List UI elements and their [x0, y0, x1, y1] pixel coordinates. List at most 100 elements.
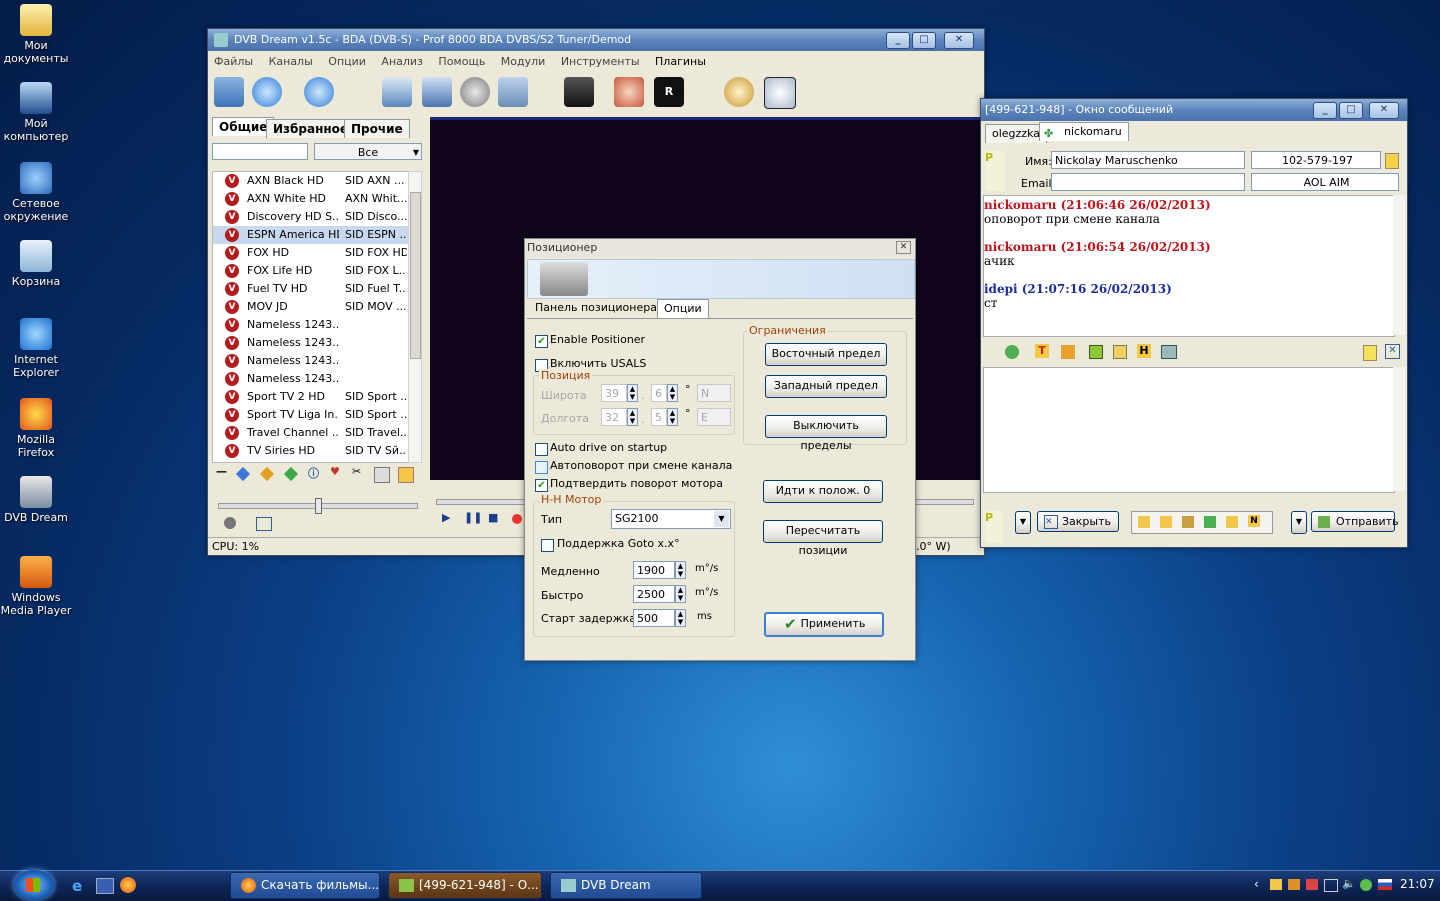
positioner-title-bar[interactable]: Позиционер ✕: [525, 239, 915, 257]
clapper-icon[interactable]: [564, 77, 594, 107]
channel-row[interactable]: V ESPN America HD SID ESPN ...: [213, 226, 409, 244]
channel-filter-select[interactable]: Все ▼: [314, 143, 422, 160]
longitude-minutes-spinner[interactable]: ▲ ▼: [667, 408, 678, 426]
goto-support-checkbox[interactable]: [541, 539, 554, 552]
smiley-icon[interactable]: [1005, 345, 1019, 359]
new-note-icon[interactable]: [1363, 345, 1377, 361]
channel-row[interactable]: V Sport TV Liga In... SID Sport ...: [213, 406, 409, 424]
maximize-button[interactable]: □: [912, 32, 936, 49]
latitude-minutes-spinner[interactable]: ▲ ▼: [667, 384, 678, 402]
taskbar-item-chat[interactable]: [499-621-948] - О...: [388, 872, 542, 899]
globe-icon[interactable]: [498, 77, 528, 107]
fast-speed-field[interactable]: 2500: [633, 585, 675, 603]
stop-record-icon[interactable]: [614, 77, 644, 107]
latitude-degrees-spinner[interactable]: ▲ ▼: [627, 384, 638, 402]
tray-pen-icon[interactable]: [1306, 879, 1318, 890]
longitude-degrees-field[interactable]: 32: [601, 408, 627, 426]
taskbar-item-firefox[interactable]: Скачать фильмы...: [230, 872, 380, 899]
longitude-degrees-spinner[interactable]: ▲ ▼: [627, 408, 638, 426]
chat-tab-nickomaru[interactable]: ✤ nickomaru: [1039, 122, 1129, 141]
desktop-icon-0[interactable]: Мои документы: [0, 4, 72, 65]
autorotate-checkbox[interactable]: [535, 461, 548, 474]
chat-title-bar[interactable]: [499-621-948] - Окно сообщений _ □ ✕: [981, 99, 1407, 121]
menu-help[interactable]: Помощь: [438, 55, 485, 68]
desktop-icon-2[interactable]: Сетевое окружение: [0, 162, 72, 223]
diamond-blue-icon[interactable]: [235, 466, 251, 482]
auto-drive-checkbox[interactable]: [535, 443, 548, 456]
forward-icon[interactable]: [304, 77, 334, 107]
tray-folder-icon[interactable]: [1270, 879, 1282, 890]
desktop-icon-4[interactable]: Internet Explorer: [0, 318, 72, 379]
action-icon-5[interactable]: [1226, 516, 1238, 528]
motor-type-select[interactable]: SG2100 ▼: [611, 509, 731, 529]
channel-row[interactable]: V Nameless 1243...: [213, 352, 409, 370]
channel-row[interactable]: V AXN Black HD SID AXN ...: [213, 172, 409, 190]
chat-tab-olegzzka[interactable]: olegzzka: [985, 124, 1048, 143]
edit-icon[interactable]: [374, 467, 390, 483]
slow-speed-spinner[interactable]: ▲ ▼: [675, 561, 686, 579]
desktop-icon-7[interactable]: Windows Media Player: [0, 556, 72, 617]
desktop-icon-5[interactable]: Mozilla Firefox: [0, 398, 72, 459]
scissors-icon[interactable]: ✂: [352, 465, 361, 478]
monitor-icon[interactable]: [382, 77, 412, 107]
quicklaunch-desktop-icon[interactable]: [96, 878, 114, 894]
action-icon-1[interactable]: [1138, 516, 1150, 528]
menu-modules[interactable]: Модули: [501, 55, 546, 68]
volume-slider[interactable]: [218, 498, 418, 514]
tab-favorites[interactable]: Избранное: [266, 119, 356, 138]
taskbar-item-dvb[interactable]: DVB Dream: [550, 872, 702, 899]
quicklaunch-firefox-icon[interactable]: [120, 877, 136, 893]
diamond-green-icon[interactable]: [283, 466, 299, 482]
email-field[interactable]: [1051, 173, 1245, 191]
channel-row[interactable]: V Nameless 1243...: [213, 334, 409, 352]
scroll-thumb[interactable]: [410, 192, 421, 359]
quicklaunch-ie-icon[interactable]: e: [72, 877, 88, 895]
slow-speed-field[interactable]: 1900: [633, 561, 675, 579]
action-icon-4[interactable]: [1204, 516, 1216, 528]
input-scrollbar[interactable]: [1393, 367, 1405, 491]
menu-options[interactable]: Опции: [328, 55, 366, 68]
tab-other[interactable]: Прочие: [344, 119, 410, 138]
channel-row[interactable]: V TV Siries HD SID TV Sй...: [213, 442, 409, 460]
desktop-icon-3[interactable]: Корзина: [0, 240, 72, 288]
tray-network-icon[interactable]: [1324, 879, 1338, 892]
action-icon-6[interactable]: N: [1248, 515, 1260, 527]
back-icon[interactable]: [252, 77, 282, 107]
timer-icon[interactable]: [724, 77, 754, 107]
channel-row[interactable]: V Travel Channel ... SID Travel...: [213, 424, 409, 442]
tray-volume-icon[interactable]: 🔈: [1342, 877, 1356, 890]
apply-button[interactable]: ✔ Применить: [764, 612, 884, 637]
stop-icon[interactable]: ■: [488, 511, 498, 524]
close-button[interactable]: ✕: [944, 32, 974, 49]
recalc-positions-button[interactable]: Пересчитать позиции: [763, 520, 883, 557]
start-delay-field[interactable]: 500: [633, 609, 675, 627]
open-folder-icon[interactable]: [214, 77, 244, 107]
channel-row[interactable]: V Fuel TV HD SID Fuel T...: [213, 280, 409, 298]
screen-icon[interactable]: [422, 77, 452, 107]
menu-channels[interactable]: Каналы: [269, 55, 313, 68]
pause-icon[interactable]: ❚❚: [464, 511, 482, 524]
channel-list-scrollbar[interactable]: [408, 171, 422, 463]
channel-row[interactable]: V AXN White HD AXN Whit...: [213, 190, 409, 208]
save-icon[interactable]: [1089, 345, 1103, 359]
west-limit-button[interactable]: Западный предел: [765, 375, 887, 398]
chat-close-button[interactable]: ✕: [1369, 102, 1399, 119]
tray-green-icon[interactable]: [1360, 879, 1372, 891]
fast-speed-spinner[interactable]: ▲ ▼: [675, 585, 686, 603]
send-button[interactable]: Отправить: [1311, 511, 1399, 532]
channel-search-input[interactable]: [212, 143, 308, 160]
dvb-title-bar[interactable]: DVB Dream v1.5c - BDA (DVB-S) - Prof 800…: [208, 29, 984, 51]
channel-row[interactable]: V FOX HD SID FOX HD: [213, 244, 409, 262]
tray-expand-icon[interactable]: ‹: [1254, 877, 1259, 891]
remove-icon[interactable]: —: [216, 465, 227, 478]
channel-row[interactable]: V Discovery HD S... SID Disco...: [213, 208, 409, 226]
image-icon[interactable]: [1161, 345, 1177, 359]
display-mode-icon[interactable]: [256, 517, 272, 531]
play-icon[interactable]: ▶: [442, 511, 450, 524]
volume-thumb[interactable]: [315, 498, 322, 514]
minimize-button[interactable]: _: [886, 32, 910, 49]
chat-minimize-button[interactable]: _: [1313, 102, 1337, 119]
latitude-direction-select[interactable]: N: [697, 384, 731, 402]
audio-icon[interactable]: [224, 517, 236, 529]
record-r-icon[interactable]: R: [654, 77, 684, 107]
